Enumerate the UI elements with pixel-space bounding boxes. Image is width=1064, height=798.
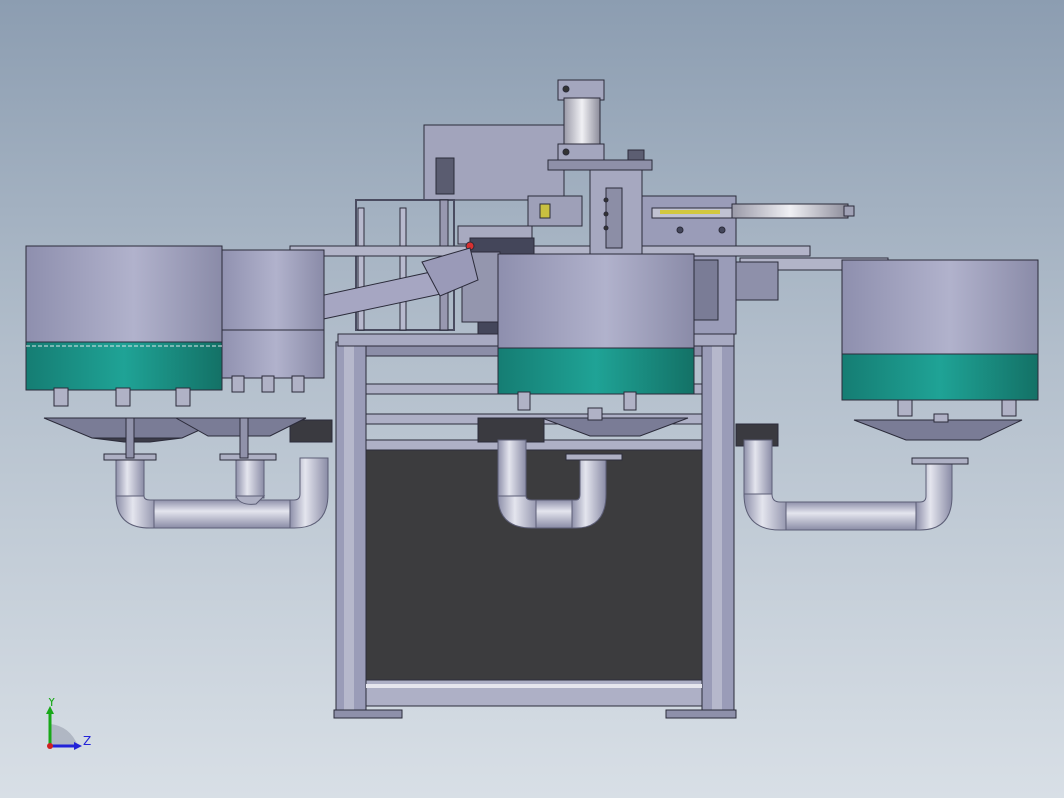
pipe-right-run (785, 501, 921, 531)
frame-rail-bottom (365, 679, 703, 707)
z-axis-label: Z (83, 734, 91, 748)
pipe-center-drop-a (497, 439, 527, 499)
bowl-left-body (25, 245, 223, 343)
pipe-center-run (535, 499, 577, 529)
y-axis-label: Y (47, 698, 56, 709)
pipe-left-run (153, 499, 295, 529)
graphics-viewport[interactable]: Y Z (0, 0, 1064, 798)
triad-origin (47, 743, 53, 749)
bowl-center-body (497, 253, 695, 351)
coordinate-triad: Y Z (46, 698, 91, 750)
frame-dark-panel (365, 447, 703, 681)
bowl-feeder-right[interactable] (841, 259, 1039, 465)
bowl-center-band (497, 347, 695, 395)
frame-foot-left (333, 709, 403, 719)
z-axis-arrowhead (74, 742, 82, 750)
air-cylinder[interactable] (563, 97, 601, 149)
pipe-left-drop-a (115, 457, 145, 499)
bowl-left-band (25, 341, 223, 391)
bowl-right-band (841, 353, 1039, 401)
frame-foot-right (665, 709, 737, 719)
clamp-block-center (477, 417, 545, 443)
triad-plane-shade (50, 724, 78, 746)
cad-model[interactable] (0, 0, 1064, 798)
bowl-right-body (841, 259, 1039, 357)
pipe-right-drop-a (743, 439, 773, 497)
bowl-feeder-left[interactable] (25, 245, 325, 461)
